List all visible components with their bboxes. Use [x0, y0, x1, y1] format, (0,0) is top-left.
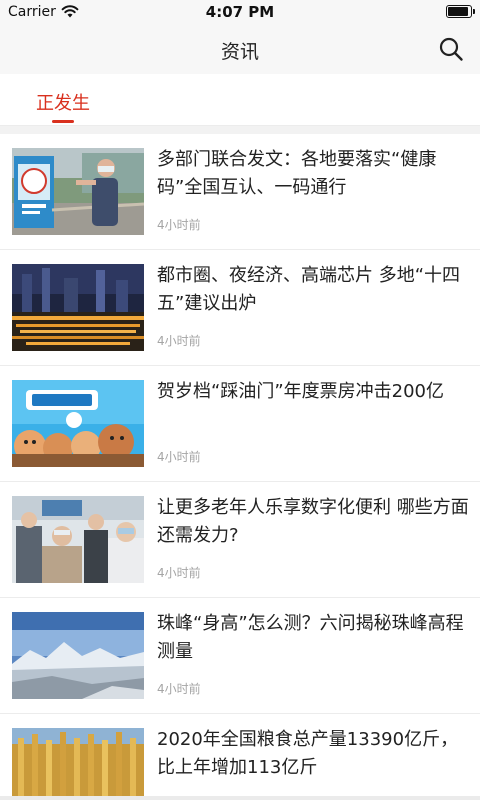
active-tab-indicator — [52, 120, 74, 123]
news-headline: 贺岁档“踩油门”年度票房冲击200亿 — [157, 381, 445, 402]
news-item[interactable]: 多部门联合发文：各地要落实“健康码”全国互认、一码通行 4小时前 — [0, 134, 480, 250]
seniors-using-phones-thumbnail — [12, 496, 144, 583]
news-time: 4小时前 — [157, 450, 201, 464]
status-bar: Carrier 4:07 PM — [0, 0, 480, 24]
search-icon[interactable] — [438, 36, 464, 62]
news-time: 4小时前 — [157, 334, 201, 348]
news-item[interactable]: 都市圈、夜经济、高端芯片 多地“十四五”建议出炉 4小时前 — [0, 250, 480, 366]
news-item[interactable]: 珠峰“身高”怎么测？六问揭秘珠峰高程测量 4小时前 — [0, 598, 480, 714]
news-item[interactable]: 2020年全国粮食总产量13390亿斤，比上年增加113亿斤 — [0, 714, 480, 800]
bottom-edge — [0, 796, 480, 800]
nav-bar: 资讯 — [0, 24, 480, 74]
section-divider — [0, 126, 480, 134]
news-time: 4小时前 — [157, 566, 201, 580]
battery-level — [448, 7, 468, 16]
battery-icon — [446, 5, 475, 18]
news-item[interactable]: 贺岁档“踩油门”年度票房冲击200亿 4小时前 — [0, 366, 480, 482]
news-item[interactable]: 让更多老年人乐享数字化便利 哪些方面还需发力? 4小时前 — [0, 482, 480, 598]
page-title: 资讯 — [220, 41, 259, 63]
snowy-mountain-thumbnail — [12, 612, 144, 699]
news-headline: 珠峰“身高”怎么测？六问揭秘珠峰高程测量 — [157, 613, 464, 662]
news-list: 多部门联合发文：各地要落实“健康码”全国互认、一码通行 4小时前 都市圈、夜经济… — [0, 134, 480, 800]
croods-2-poster-thumbnail — [12, 380, 144, 467]
tab-zhengfasheng[interactable]: 正发生 — [36, 89, 90, 115]
city-night-skyline-thumbnail — [12, 264, 144, 351]
tab-bar: 正发生 — [0, 74, 480, 126]
health-code-checkpoint-thumbnail — [12, 148, 144, 235]
wheat-field-thumbnail — [12, 728, 144, 800]
news-headline: 多部门联合发文：各地要落实“健康码”全国互认、一码通行 — [157, 149, 437, 198]
news-headline: 让更多老年人乐享数字化便利 哪些方面还需发力? — [157, 497, 469, 546]
news-time: 4小时前 — [157, 218, 201, 232]
news-time: 4小时前 — [157, 682, 201, 696]
news-headline: 2020年全国粮食总产量13390亿斤，比上年增加113亿斤 — [157, 729, 459, 778]
news-headline: 都市圈、夜经济、高端芯片 多地“十四五”建议出炉 — [157, 265, 461, 314]
clock: 4:07 PM — [205, 3, 275, 21]
